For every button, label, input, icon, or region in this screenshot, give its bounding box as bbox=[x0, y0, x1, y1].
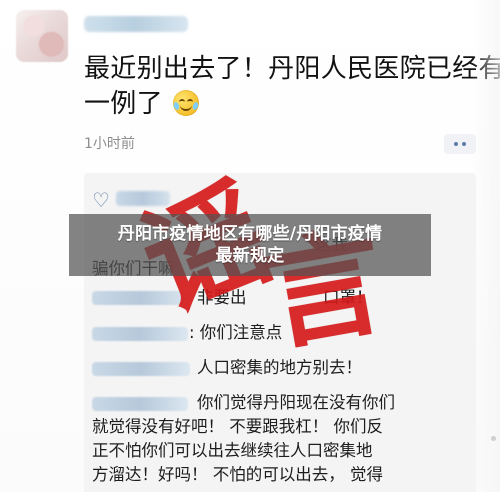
blurred-commenter-name[interactable] bbox=[92, 327, 188, 341]
emoji-mouth bbox=[180, 103, 193, 111]
comment-4: 人口密集的地方别去！ bbox=[197, 358, 362, 377]
comment-5-line-1: 你们觉得丹阳现在没有你们 bbox=[197, 393, 395, 412]
post-text-line-1: 最近别出去了！丹阳人民医院已经有 bbox=[84, 54, 500, 84]
comment-2-part-2: 口罩！ bbox=[323, 288, 373, 307]
comment-5-line-2: 就觉得没有好吧！ 不要跟我杠！ 你们反 bbox=[92, 417, 383, 436]
comment-5-line-3: 正不怕你们可以出去继续往人口密集地 bbox=[92, 441, 373, 460]
post-text-line-2: 一例了 bbox=[84, 86, 474, 121]
more-dot bbox=[454, 142, 458, 146]
blurred-commenter-name[interactable] bbox=[92, 362, 190, 376]
corner-dot-icon bbox=[491, 436, 496, 441]
headline-banner: 丹阳市疫情地区有哪些/丹阳市疫情 最新规定 bbox=[69, 214, 431, 276]
more-dot bbox=[462, 142, 466, 146]
post-content: 最近别出去了！丹阳人民医院已经有 一例了 bbox=[84, 52, 500, 121]
blurred-commenter-name[interactable] bbox=[92, 291, 190, 305]
headline-line-2: 最新规定 bbox=[215, 246, 285, 266]
comment-3: : 你们注意点 bbox=[189, 323, 283, 342]
avatar[interactable] bbox=[16, 10, 68, 62]
blurred-username[interactable] bbox=[84, 16, 188, 32]
emoji-tear-right bbox=[192, 101, 200, 111]
heart-outline-icon[interactable]: ♡ bbox=[92, 190, 110, 210]
comment-5-line-4: 方溜达！好吗！ 不怕的可以出去， 觉得 bbox=[92, 465, 383, 484]
wechat-moments-screenshot: 最近别出去了！丹阳人民医院已经有 一例了 1小时前 ♡ 这我 骗你们干嘛 非要出… bbox=[0, 0, 500, 492]
headline-line-1: 丹阳市疫情地区有哪些/丹阳市疫情 bbox=[117, 224, 383, 244]
blurred-commenter-name[interactable] bbox=[92, 397, 188, 411]
post-text-line-2-prefix: 一例了 bbox=[84, 89, 163, 119]
laughing-crying-emoji-icon bbox=[173, 90, 200, 116]
post-time: 1小时前 bbox=[84, 136, 135, 152]
comment-2-part-1: 非要出 bbox=[197, 288, 247, 307]
blurred-like-names[interactable] bbox=[116, 191, 170, 206]
more-dots-button[interactable] bbox=[444, 134, 476, 154]
